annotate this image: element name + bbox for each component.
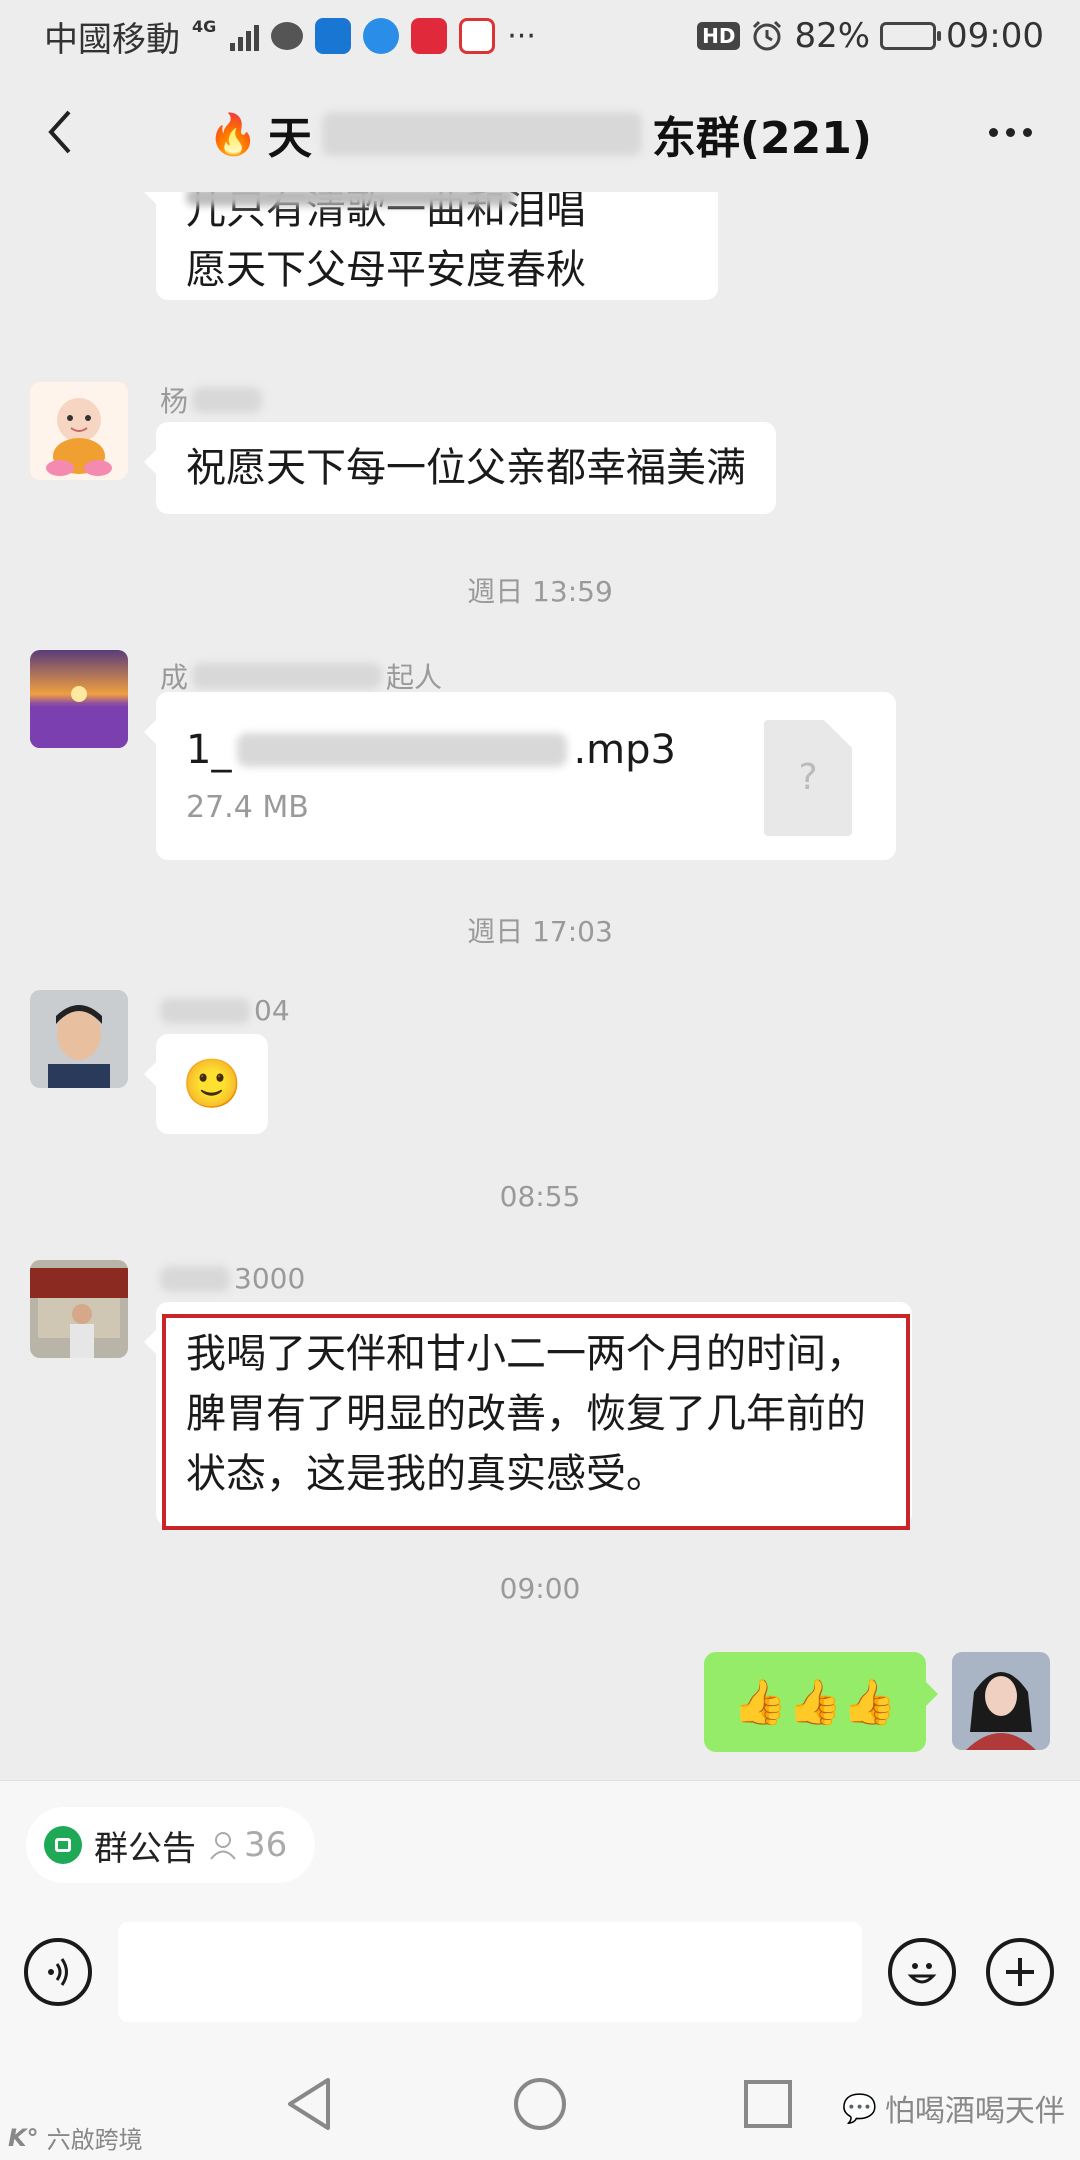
app-icon-blue <box>315 18 352 54</box>
redacted-name <box>192 387 263 413</box>
message-bubble[interactable]: 祝愿天下每一位父亲都幸福美满 <box>144 422 776 514</box>
announcement-bar: 群公告 36 <box>0 1780 1080 1906</box>
wechat-icon <box>271 22 304 50</box>
more-notifications-icon: ··· <box>507 18 536 54</box>
smiley-icon <box>907 1963 937 1984</box>
square-recents-icon <box>744 2080 792 2128</box>
circle-home-icon <box>514 2078 566 2130</box>
app-icon-red <box>411 18 448 54</box>
member-count: 36 <box>208 1825 287 1865</box>
navigation-bar: K° 六啟跨境 💬 怕喝酒喝天伴 <box>0 2040 1080 2160</box>
more-options-button[interactable] <box>980 112 1040 152</box>
avatar[interactable] <box>30 382 128 480</box>
nav-back-button[interactable] <box>280 2074 340 2134</box>
title-end: 东群(221) <box>651 113 872 164</box>
timestamp: 09:00 <box>499 1572 581 1605</box>
voice-icon <box>48 1958 68 1986</box>
signal-icon <box>230 21 260 51</box>
redacted-name <box>160 997 250 1024</box>
battery-icon <box>880 22 942 50</box>
nav-home-button[interactable] <box>510 2074 570 2134</box>
watermark-logo-icon: K° <box>8 2123 39 2152</box>
voice-button[interactable] <box>24 1938 92 2006</box>
redacted-name <box>192 663 383 689</box>
carrier-label: 中國移動 <box>44 19 180 60</box>
cut-off-line <box>186 192 516 206</box>
my-message-bubble[interactable]: 👍👍👍 <box>704 1652 938 1752</box>
hd-badge: HD <box>697 22 741 50</box>
group-announcement-button[interactable]: 群公告 36 <box>26 1807 316 1883</box>
my-avatar[interactable] <box>952 1652 1050 1750</box>
triangle-back-icon <box>288 2078 330 2130</box>
battery-percent: 82% <box>794 16 871 56</box>
timestamp: 週日 13:59 <box>467 575 613 608</box>
avatar[interactable] <box>30 650 128 748</box>
message-input[interactable] <box>118 1922 862 2022</box>
plus-icon <box>1006 1958 1034 1986</box>
watermark-right: 💬 怕喝酒喝天伴 <box>842 2091 1065 2130</box>
dot-icon <box>1022 127 1032 137</box>
unknown-file-icon: ? <box>764 720 852 836</box>
timestamp: 08:55 <box>499 1180 581 1213</box>
input-bar <box>0 1906 1080 2040</box>
highlight-box <box>162 1314 910 1530</box>
smile-emoji: 🙂 <box>182 1056 242 1112</box>
sender-name: 3000 <box>160 1262 305 1295</box>
redacted-filename <box>237 733 568 767</box>
nav-recents-button[interactable] <box>738 2074 798 2134</box>
sender-name: 04 <box>160 994 290 1027</box>
wechat-logo-icon: 💬 <box>842 2091 877 2125</box>
emoji-button[interactable] <box>888 1938 956 2006</box>
fire-icon: 🔥 <box>208 111 258 158</box>
avatar[interactable] <box>30 1260 128 1358</box>
title-bar: 🔥 天 东群(221) <box>0 72 1080 192</box>
app-icon-map <box>459 18 496 54</box>
message-bubble[interactable]: 儿只有清歌一曲和泪唱 愿天下父母平安度春秋 <box>144 192 718 300</box>
file-message[interactable]: 1_ .mp3 27.4 MB ? <box>144 692 896 860</box>
clock: 09:00 <box>946 16 1044 56</box>
avatar[interactable] <box>30 990 128 1088</box>
title-redacted <box>321 112 642 156</box>
announcement-label: 群公告 <box>94 1828 196 1869</box>
dot-icon <box>1005 127 1015 137</box>
title-start: 天 <box>267 113 312 164</box>
redacted-name <box>160 1265 230 1292</box>
sender-name: 杨 <box>160 380 263 420</box>
watermark-left: K° 六啟跨境 <box>8 2123 143 2155</box>
message-bubble[interactable]: 🙂 <box>144 1034 268 1134</box>
app-icon-globe <box>363 18 400 54</box>
sender-name: 成 起人 <box>160 661 443 694</box>
person-icon <box>210 1832 236 1860</box>
dot-icon <box>988 127 998 137</box>
message-line: 愿天下父母平安度春秋 <box>186 247 586 293</box>
chat-title[interactable]: 🔥 天 东群(221) <box>0 102 1080 166</box>
add-button[interactable] <box>986 1938 1054 2006</box>
message-text: 祝愿天下每一位父亲都幸福美满 <box>186 445 746 491</box>
announcement-icon <box>44 1826 82 1864</box>
status-bar: 中國移動 4G ··· HD 82% 09:00 <box>0 0 1080 72</box>
thumbs-up-emoji: 👍👍👍 <box>732 1677 898 1728</box>
network-type: 4G <box>192 16 217 36</box>
timestamp: 週日 17:03 <box>467 915 613 948</box>
alarm-icon <box>753 20 782 51</box>
chat-messages[interactable]: 儿只有清歌一曲和泪唱 愿天下父母平安度春秋 杨 祝愿天下每一位父亲都幸福美满 週… <box>0 192 1080 1780</box>
